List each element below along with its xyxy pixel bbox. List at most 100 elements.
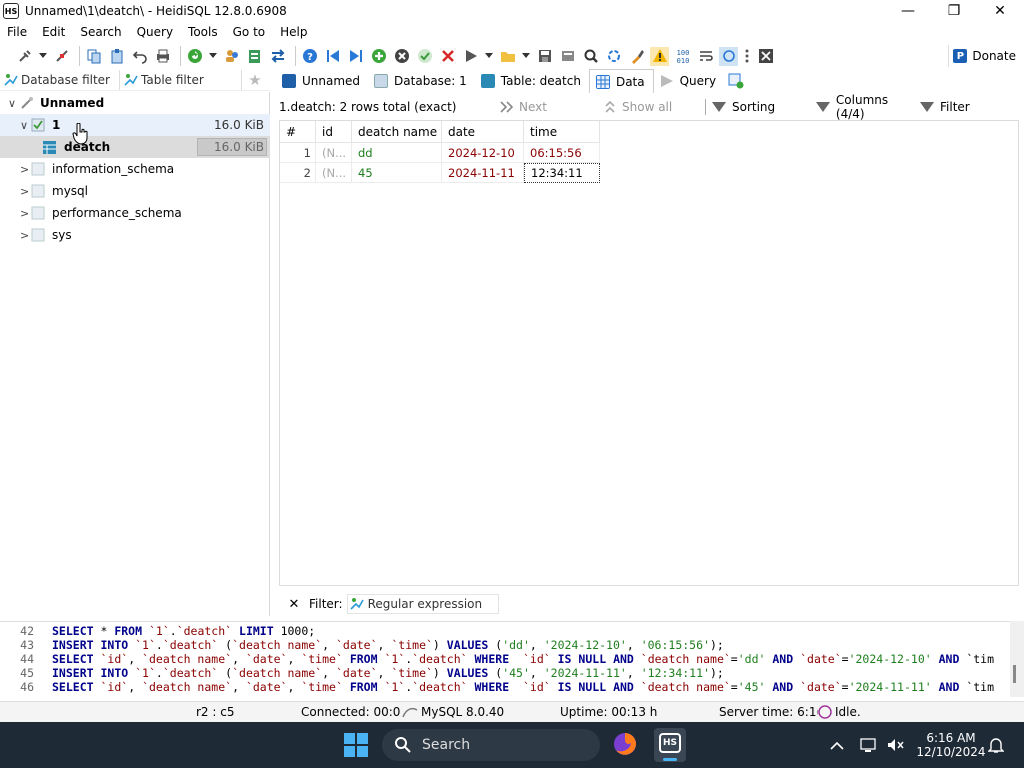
first-icon[interactable] [323,47,342,66]
taskbar-search[interactable]: Search [382,729,600,761]
disconnect-icon[interactable] [52,47,71,66]
heidisql-taskbar-button[interactable]: HS [654,728,686,762]
tab-database[interactable]: Database: 1 [368,69,475,93]
column-header-rownum[interactable]: # [280,121,316,143]
help-icon[interactable]: ? [300,47,319,66]
copy-icon[interactable] [84,47,103,66]
tree-item-mysql[interactable]: > mysql [0,180,270,202]
column-header-time[interactable]: time [524,121,600,143]
delete-row-icon[interactable] [392,47,411,66]
add-row-icon[interactable] [369,47,388,66]
paste-icon[interactable] [107,47,126,66]
transfer-icon[interactable] [268,47,287,66]
tab-query[interactable]: Query [654,69,724,93]
tree-item-performance-schema[interactable]: > performance_schema [0,202,270,224]
table-cell-time-focused[interactable]: 12:34:11 [524,163,600,183]
tray-chevron-up-icon[interactable] [830,722,844,768]
binary-icon[interactable]: 100 010 [673,47,692,66]
close-tab-icon[interactable] [756,47,775,66]
explain-icon[interactable] [558,47,577,66]
close-button[interactable]: ✕ [977,0,1023,22]
menu-edit[interactable]: Edit [35,25,73,39]
chevron-down-icon[interactable]: ∨ [8,97,16,110]
close-filter-icon[interactable]: ✕ [279,597,309,612]
run-icon[interactable] [461,47,480,66]
menu-tools[interactable]: Tools [181,25,226,39]
minimize-button[interactable]: — [885,0,931,22]
table-cell-name[interactable]: dd [352,143,442,163]
speaker-muted-icon[interactable] [886,722,904,768]
tree-item-table-deatch[interactable]: deatch 16.0 KiB [0,136,270,158]
row-number-cell[interactable]: 2 [280,163,316,183]
network-icon[interactable] [860,722,878,768]
refresh-icon[interactable] [185,47,204,66]
warning-icon[interactable] [650,46,669,66]
sorting-button[interactable]: Sorting [712,100,816,114]
menu-search[interactable]: Search [73,25,129,39]
autorefresh-icon[interactable] [719,46,738,66]
donate-button[interactable]: P Donate [948,45,1020,67]
firefox-icon[interactable] [612,731,638,757]
tree-item-host[interactable]: ∨ Unnamed [0,92,270,114]
new-query-tab-button[interactable] [724,69,748,93]
filter-button[interactable]: Filter [920,100,970,114]
chevron-right-icon[interactable]: > [20,229,29,242]
regex-filter-input[interactable]: Regular expression [346,594,499,614]
table-cell-name[interactable]: 45 [352,163,442,183]
maximize-button[interactable]: ❐ [931,0,977,22]
column-header-date[interactable]: date [442,121,524,143]
table-cell-id[interactable]: (N... [316,143,352,163]
cancel-icon[interactable] [438,47,457,66]
menu-goto[interactable]: Go to [226,25,274,39]
tab-host[interactable]: Unnamed [276,69,368,93]
print-icon[interactable] [153,47,172,66]
open-dropdown-icon[interactable] [521,47,531,66]
clear-icon[interactable] [627,47,646,66]
save-icon[interactable] [535,47,554,66]
favorites-star-icon[interactable]: ★ [242,71,268,89]
table-filter-input[interactable]: Table filter [120,69,242,90]
tab-data[interactable]: Data [588,69,654,93]
column-header-deatch-name[interactable]: deatch name [352,121,442,143]
column-header-id[interactable]: id [316,121,352,143]
export-icon[interactable] [245,47,264,66]
table-cell-date[interactable]: 2024-12-10 [442,143,524,163]
open-folder-icon[interactable] [498,47,517,66]
menu-query[interactable]: Query [130,25,181,39]
windows-start-icon[interactable] [344,733,368,757]
connect-icon[interactable] [15,47,34,66]
sql-log[interactable]: 42 SELECT * FROM `1`.`deatch` LIMIT 1000;… [0,621,1010,697]
menu-help[interactable]: Help [273,25,315,39]
notification-bell-icon[interactable] [988,722,1004,768]
wrap-icon[interactable] [696,47,715,66]
tree-item-db-1[interactable]: ∨ 1 16.0 KiB [0,114,270,136]
menu-file[interactable]: File [0,25,35,39]
row-number-cell[interactable]: 1 [280,143,316,163]
connect-dropdown-icon[interactable] [38,47,48,66]
apply-icon[interactable] [415,47,434,66]
tree-item-information-schema[interactable]: > information_schema [0,158,270,180]
show-all-button[interactable]: Show all [603,100,705,114]
chevron-right-icon[interactable]: > [20,185,29,198]
chevron-right-icon[interactable]: > [20,163,29,176]
tree-item-sys[interactable]: > sys [0,224,270,246]
sql-log-scrollbar[interactable] [1010,621,1024,697]
database-filter-input[interactable]: Database filter [0,69,120,90]
undo-icon[interactable] [130,47,149,66]
next-button[interactable]: Next [489,100,603,114]
tab-table[interactable]: Table: deatch [475,69,589,93]
taskbar-clock[interactable]: 6:16 AM 12/10/2024 [916,722,986,768]
chevron-right-icon[interactable]: > [20,207,29,220]
columns-button[interactable]: Columns (4/4) [816,93,920,121]
run-dropdown-icon[interactable] [484,47,494,66]
find-icon[interactable] [581,47,600,66]
users-icon[interactable] [222,47,241,66]
table-cell-time[interactable]: 06:15:56 [524,143,600,163]
chevron-down-icon[interactable]: ∨ [20,119,28,132]
last-icon[interactable] [346,47,365,66]
refresh-dropdown-icon[interactable] [208,47,218,66]
replace-icon[interactable] [604,47,623,66]
more-icon[interactable] [742,47,752,66]
table-cell-id[interactable]: (N... [316,163,352,183]
table-cell-date[interactable]: 2024-11-11 [442,163,524,183]
